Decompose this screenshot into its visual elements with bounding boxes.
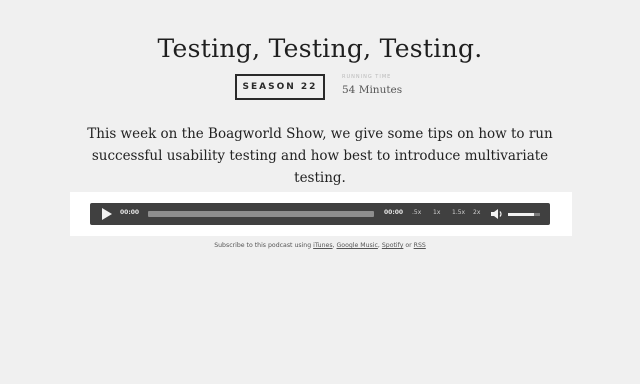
current-time: 00:00 bbox=[120, 209, 140, 216]
rss-link[interactable]: RSS bbox=[414, 242, 426, 249]
spotify-link[interactable]: Spotify bbox=[382, 242, 404, 249]
volume-slider[interactable] bbox=[508, 213, 540, 216]
audio-player: 00:00 00:00 .5x 1x 1.5x 2x bbox=[90, 203, 550, 225]
season-badge[interactable]: SEASON 22 bbox=[235, 74, 325, 100]
google-music-link[interactable]: Google Music bbox=[337, 242, 378, 249]
running-time-label: RUNNING TIME bbox=[342, 74, 392, 80]
total-time: 00:00 bbox=[384, 209, 404, 216]
episode-description: This week on the Boagworld Show, we give… bbox=[87, 126, 553, 186]
running-time-value: 54 Minutes bbox=[342, 84, 403, 96]
audio-player-container: 00:00 00:00 .5x 1x 1.5x 2x bbox=[70, 192, 572, 236]
subscribe-prefix: Subscribe to this podcast using bbox=[214, 242, 314, 249]
speed-1-5x-button[interactable]: 1.5x bbox=[452, 209, 465, 216]
subscribe-separator: or bbox=[403, 242, 414, 249]
speaker-icon bbox=[491, 209, 502, 219]
speed-1x-button[interactable]: 1x bbox=[433, 209, 440, 216]
speed-half-button[interactable]: .5x bbox=[412, 209, 421, 216]
play-icon bbox=[102, 208, 112, 220]
subscribe-line: Subscribe to this podcast using iTunes, … bbox=[0, 242, 640, 249]
volume-level-fill bbox=[508, 213, 534, 216]
itunes-link[interactable]: iTunes bbox=[313, 242, 332, 249]
speed-2x-button[interactable]: 2x bbox=[473, 209, 480, 216]
play-button[interactable] bbox=[98, 206, 114, 222]
progress-bar[interactable] bbox=[148, 211, 374, 217]
mute-button[interactable] bbox=[490, 208, 504, 220]
episode-title: Testing, Testing, Testing. bbox=[157, 34, 483, 63]
